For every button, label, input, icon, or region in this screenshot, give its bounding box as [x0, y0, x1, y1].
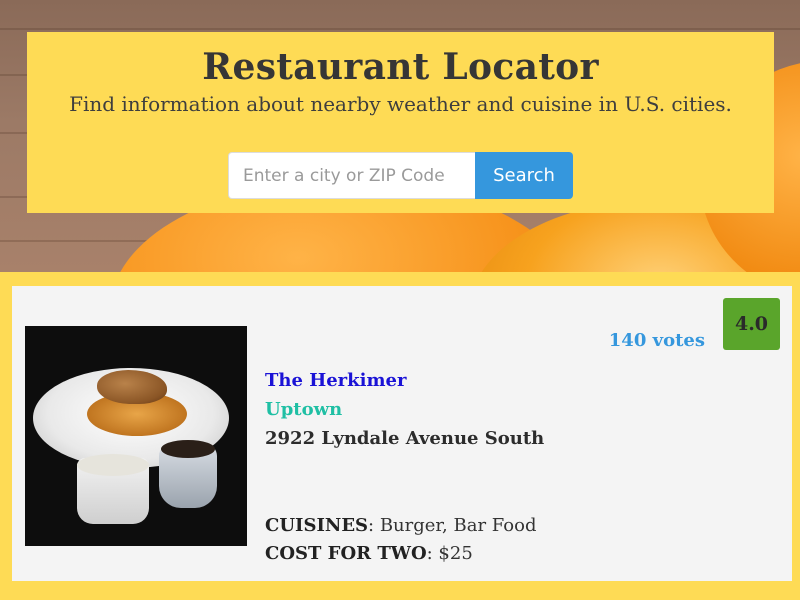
restaurant-card: 140 votes 4.0 The Herkimer Uptown 2922 L…: [12, 286, 792, 581]
search-button[interactable]: Search: [475, 152, 573, 199]
restaurant-address: 2922 Lyndale Avenue South: [265, 428, 545, 449]
votes-count: 140 votes: [608, 330, 705, 351]
restaurant-locality: Uptown: [265, 399, 343, 420]
cuisines-value: : Burger, Bar Food: [368, 515, 537, 536]
cost-value: : $25: [426, 543, 473, 564]
cost-label: COST FOR TWO: [265, 543, 427, 564]
rating-badge: 4.0: [723, 298, 780, 350]
page: Restaurant Locator Find information abou…: [0, 0, 800, 600]
cost-row: COST FOR TWO: $25: [265, 543, 473, 564]
restaurant-name-link[interactable]: The Herkimer: [265, 370, 406, 391]
search-bar: Search: [228, 152, 573, 199]
cuisines-label: CUISINES: [265, 515, 369, 536]
page-subtitle: Find information about nearby weather an…: [69, 92, 732, 116]
header-card: Restaurant Locator Find information abou…: [27, 32, 774, 213]
search-input[interactable]: [228, 152, 475, 199]
results-section: 140 votes 4.0 The Herkimer Uptown 2922 L…: [0, 272, 800, 600]
restaurant-food-image: [25, 326, 247, 546]
page-title: Restaurant Locator: [202, 46, 599, 88]
cuisines-row: CUISINES: Burger, Bar Food: [265, 515, 537, 536]
